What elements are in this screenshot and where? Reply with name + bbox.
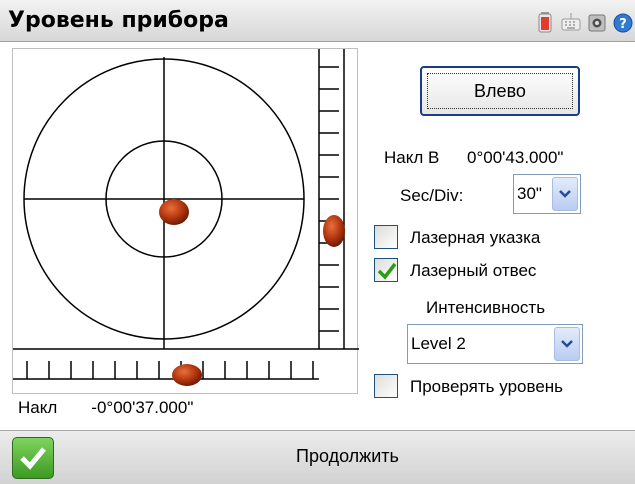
page-title: Уровень прибора xyxy=(8,8,229,33)
continue-ok-button[interactable] xyxy=(12,437,54,479)
focus-rectangle xyxy=(427,73,573,109)
tilt-value: -0°00'37.000" xyxy=(91,398,194,417)
checkmark-icon xyxy=(377,262,397,280)
intensity-value: Level 2 xyxy=(411,334,466,353)
intensity-select[interactable]: Level 2 xyxy=(407,324,583,364)
bottom-bar: Продолжить xyxy=(0,430,635,484)
intensity-label: Интенсивность xyxy=(426,298,546,317)
laser-pointer-label: Лазерная указка xyxy=(410,228,541,247)
help-icon[interactable]: ? xyxy=(613,11,633,33)
sec-div-value: 30" xyxy=(517,184,542,203)
svg-text:?: ? xyxy=(619,17,627,32)
sec-div-label: Sec/Div: xyxy=(400,186,464,205)
chevron-down-icon[interactable] xyxy=(554,327,580,361)
level-graphic xyxy=(13,49,359,386)
vertical-bubble xyxy=(323,215,345,247)
check-level-label: Проверять уровень xyxy=(410,377,564,396)
check-level-checkbox[interactable] xyxy=(374,374,398,398)
continue-button[interactable]: Продолжить xyxy=(296,446,399,467)
chevron-down-icon[interactable] xyxy=(552,177,578,211)
tilt-b-value: 0°00'43.000" xyxy=(467,148,564,167)
keyboard-icon[interactable] xyxy=(561,11,581,33)
horizontal-bubble xyxy=(172,364,202,386)
vertical-scale-ticks xyxy=(319,66,339,332)
laser-pointer-checkbox[interactable] xyxy=(374,225,398,249)
battery-icon[interactable] xyxy=(535,11,555,33)
sec-div-select[interactable]: 30" xyxy=(513,174,581,214)
tilt-b-label: Накл В xyxy=(384,148,440,167)
tilt-readout: Накл -0°00'37.000" xyxy=(18,398,193,418)
title-bar: Уровень прибора ? xyxy=(0,0,635,42)
laser-plummet-checkbox[interactable] xyxy=(374,258,398,282)
tilt-label: Накл xyxy=(18,398,58,417)
status-icons: ? xyxy=(535,10,633,34)
checkmark-icon xyxy=(20,447,46,470)
face-left-button[interactable]: Влево xyxy=(420,66,580,116)
module-icon[interactable] xyxy=(587,11,607,33)
circular-bubble xyxy=(159,199,189,225)
horizontal-scale-ticks xyxy=(26,361,314,379)
level-display xyxy=(12,48,359,394)
laser-plummet-label: Лазерный отвес xyxy=(410,261,537,280)
